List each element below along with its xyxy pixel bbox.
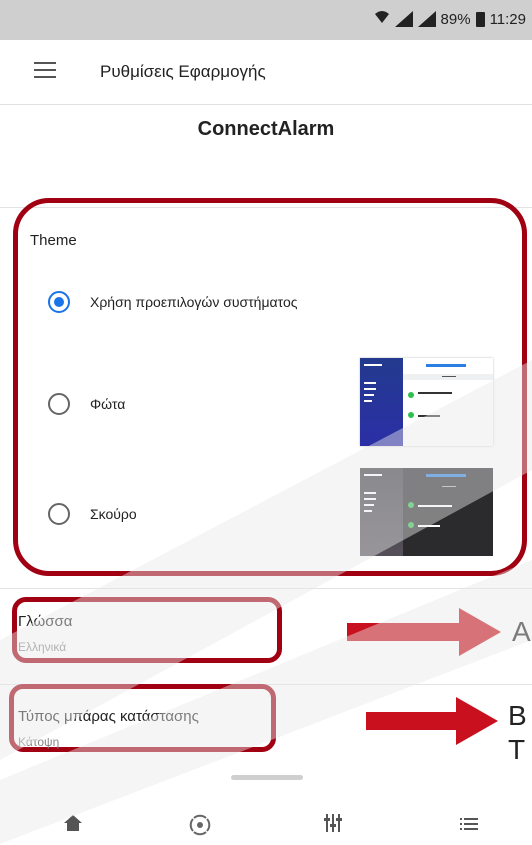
arrow-a	[347, 623, 459, 641]
app-bar: Ρυθμίσεις Εφαρμογής	[0, 40, 532, 105]
status-bar-type-value: Κάτοψη	[18, 735, 60, 749]
callout-a: A	[512, 616, 531, 647]
theme-label: Theme	[30, 232, 77, 249]
sliders-icon[interactable]	[318, 808, 348, 838]
language-value: Ελληνικά	[18, 640, 67, 654]
status-bar-type-title[interactable]: Τύπος μπάρας κατάστασης	[18, 708, 199, 725]
home-icon[interactable]	[58, 808, 88, 838]
divider	[0, 588, 532, 589]
page-title: Ρυθμίσεις Εφαρμογής	[100, 62, 266, 81]
dark-theme-preview	[360, 468, 493, 556]
menu-icon[interactable]	[34, 62, 56, 80]
battery-icon	[475, 11, 485, 27]
option-system-label: Χρήση προεπιλογών συστήματος	[90, 294, 298, 310]
battery-text: 89%	[440, 10, 471, 28]
status-bar: 89% 11:29	[0, 0, 532, 40]
clock: 11:29	[489, 10, 526, 28]
arrow-b-head	[456, 697, 498, 745]
radio-dark[interactable]	[48, 503, 70, 525]
language-title[interactable]: Γλώσσα	[18, 613, 72, 630]
callout-b: B	[508, 700, 527, 731]
radar-icon[interactable]	[185, 810, 215, 840]
callout-t: T	[508, 734, 526, 765]
wifi-icon	[374, 10, 390, 28]
radio-light[interactable]	[48, 393, 70, 415]
option-dark-label: Σκούρο	[90, 506, 137, 522]
status-icons: 89% 11:29	[374, 10, 526, 28]
signal-icon-2	[417, 11, 436, 27]
list-icon[interactable]	[454, 808, 484, 838]
bottom-sheet-handle[interactable]	[231, 775, 303, 780]
signal-icon	[394, 11, 413, 27]
arrow-b	[366, 712, 456, 730]
app-name-heading: ConnectAlarm	[197, 118, 335, 140]
light-theme-preview	[360, 358, 493, 446]
option-light-label: Φώτα	[90, 396, 126, 412]
radio-system[interactable]	[48, 291, 70, 313]
arrow-a-head	[459, 608, 501, 656]
